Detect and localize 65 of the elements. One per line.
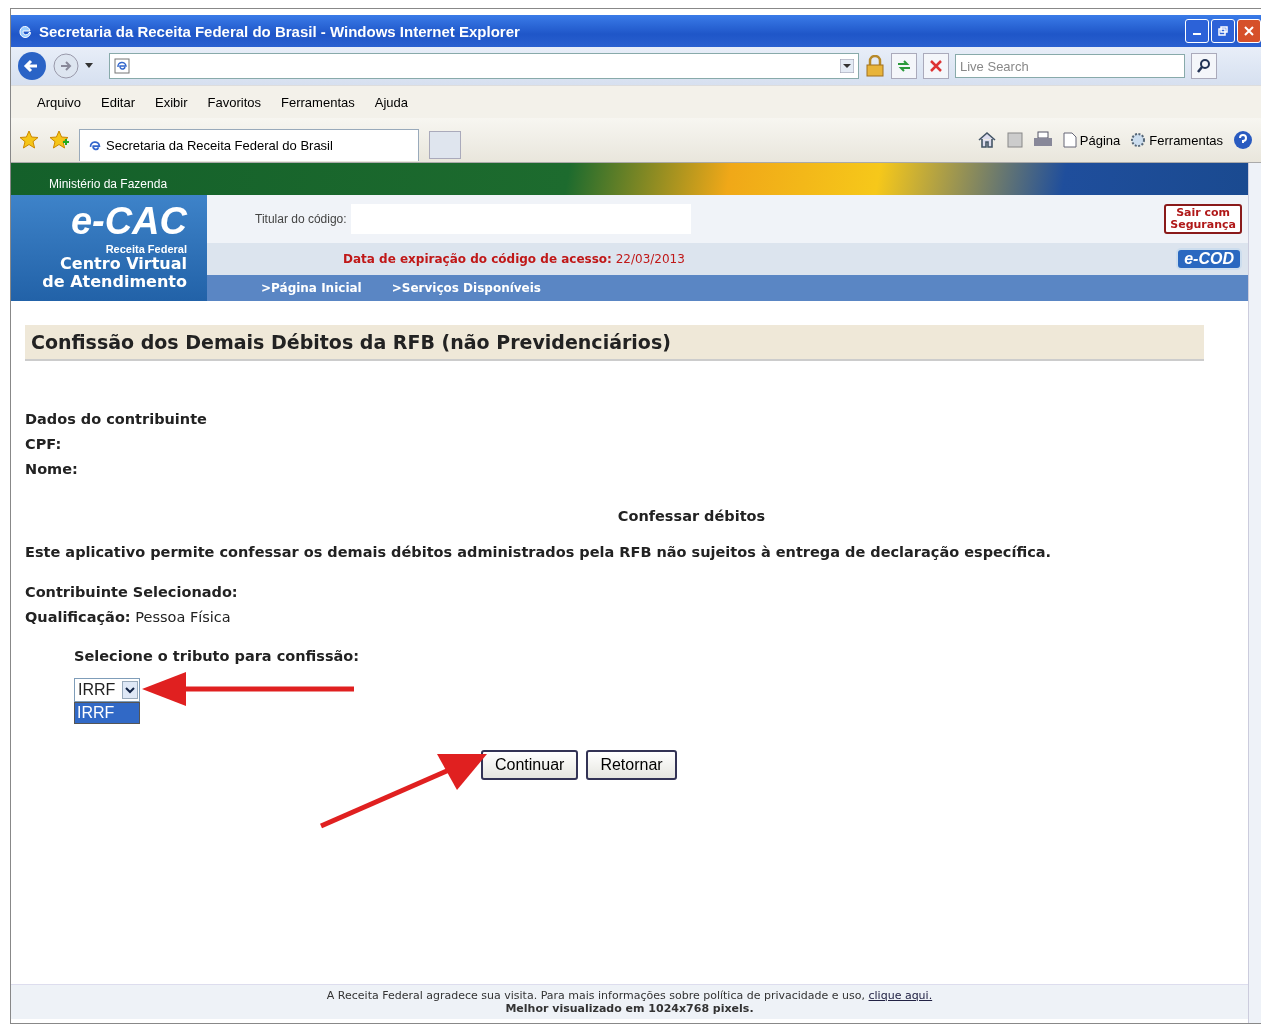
page-title: Confissão dos Demais Débitos da RFB (não Previdenciários) — [25, 325, 1204, 361]
search-icon — [1196, 58, 1212, 74]
ecod-badge[interactable]: e-COD — [1176, 248, 1242, 270]
add-favorite-icon[interactable] — [49, 130, 69, 150]
logout-button[interactable]: Sair com Segurança — [1164, 204, 1242, 234]
menu-item[interactable]: Arquivo — [37, 94, 82, 110]
lock-icon[interactable] — [865, 55, 885, 77]
field-label: Contribuinte Selecionado: — [25, 583, 239, 602]
dropdown-icon[interactable] — [840, 59, 854, 73]
nav-link[interactable]: >Página Inicial — [261, 281, 362, 295]
privacy-link[interactable]: clique aqui. — [868, 989, 933, 1002]
scrollbar[interactable] — [1248, 163, 1261, 1023]
holder-label: Titular do código: — [255, 212, 347, 226]
menu-item[interactable]: Favoritos — [207, 94, 262, 110]
address-field[interactable] — [109, 53, 859, 79]
help-icon[interactable] — [1233, 130, 1253, 150]
expiry-date-text: Data de expiração do código de acesso: 22/03/2013 — [343, 252, 685, 266]
stop-button[interactable] — [923, 53, 949, 79]
printer-icon[interactable] — [1032, 131, 1053, 149]
field-label: Nome: — [25, 460, 79, 479]
refresh-icon — [896, 58, 912, 74]
back-button[interactable] — [17, 51, 47, 81]
stop-icon — [928, 58, 944, 74]
field-label: Qualificação: — [25, 609, 131, 625]
tax-dropdown[interactable]: IRRF — [74, 678, 140, 702]
field-label: CPF: — [25, 435, 63, 454]
browser-logo-icon — [88, 138, 102, 153]
menu-item[interactable]: Ajuda — [374, 94, 408, 110]
field-value: Pessoa Física — [135, 609, 231, 625]
window-title: Secretaria da Receita Federal do Brasil - Windows Internet Explorer — [39, 22, 521, 40]
page-menu[interactable]: Página — [1062, 132, 1121, 148]
form-button[interactable]: Retornar — [586, 750, 677, 780]
page-icon — [1062, 132, 1077, 148]
refresh-button[interactable] — [891, 53, 917, 79]
forward-button[interactable] — [53, 53, 79, 79]
search-button[interactable] — [1191, 53, 1217, 79]
menu-item[interactable]: Ferramentas — [281, 94, 355, 110]
dropdown-icon[interactable] — [85, 63, 93, 69]
minimize-button[interactable] — [1185, 19, 1209, 43]
restore-icon — [1218, 26, 1228, 36]
minimize-icon — [1193, 33, 1201, 35]
nav-link[interactable]: >Serviços Disponíveis — [391, 281, 541, 295]
ministry-name: Ministério da Fazenda — [49, 177, 168, 191]
menu-item[interactable]: Editar — [101, 94, 136, 110]
form-button[interactable]: Continuar — [481, 750, 579, 780]
dropdown-option[interactable]: IRRF — [75, 703, 139, 723]
close-button[interactable] — [1237, 19, 1261, 43]
browser-logo-icon — [17, 23, 33, 39]
home-icon[interactable] — [976, 130, 997, 150]
gear-icon — [1130, 132, 1147, 148]
page-icon — [114, 58, 130, 74]
section-heading: Dados do contribuinte — [25, 410, 208, 429]
close-icon — [1244, 26, 1254, 36]
footer-text: A Receita Federal agradece sua visita. Para mais informações sobre política de privacidade e uso, clique aqui. — [325, 989, 934, 1002]
maximize-button[interactable] — [1211, 19, 1235, 43]
favorites-star-icon[interactable] — [19, 130, 39, 150]
search-field[interactable]: Live Search — [955, 54, 1185, 78]
field-label: Selecione o tributo para confissão: — [74, 648, 361, 664]
menu-item[interactable]: Exibir — [155, 94, 188, 110]
tools-menu[interactable]: Ferramentas — [1130, 132, 1223, 148]
ecac-logo[interactable]: e-CAC Receita Federal Centro Virtual de Atendimento — [11, 195, 207, 301]
description-text: Este aplicativo permite confessar os demais débitos administrados pela RFB não sujeitos à entrega de declaração específica. — [25, 544, 1053, 560]
section-title: Confessar débitos — [616, 508, 767, 524]
footer-note: Melhor visualizado em 1024x768 pixels. — [504, 1002, 755, 1015]
browser-tab[interactable]: Secretaria da Receita Federal do Brasil — [79, 129, 419, 161]
